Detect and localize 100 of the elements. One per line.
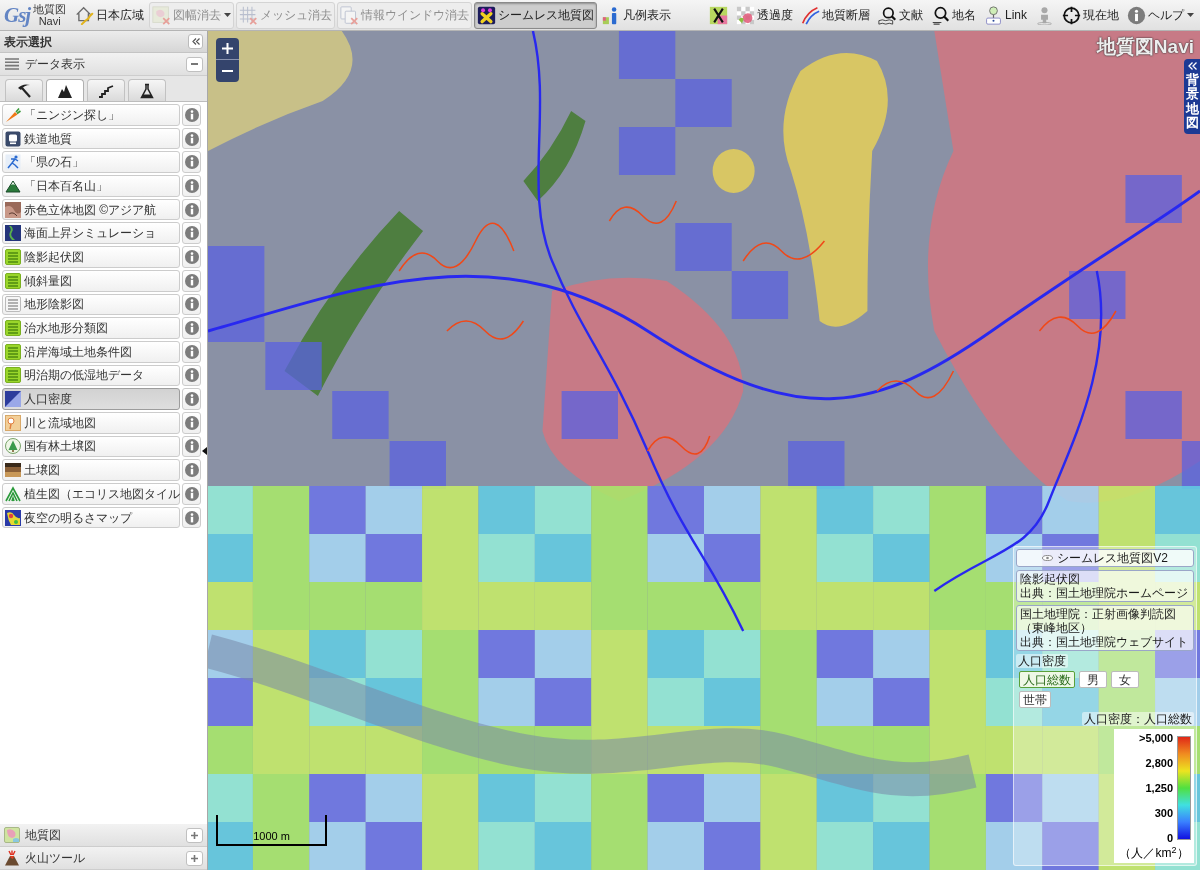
info-button[interactable] — [182, 411, 201, 434]
collapse-button[interactable] — [186, 56, 203, 72]
info-icon — [184, 486, 199, 501]
info-button[interactable] — [182, 364, 201, 387]
info-button[interactable] — [182, 317, 201, 339]
layer-item[interactable]: 夜空の明るさマップ — [2, 506, 180, 529]
source-credit: 出典：国土地理院ウェブサイト — [1020, 635, 1189, 649]
source-title: 陰影起伏図 — [1020, 572, 1081, 586]
toolbar-button[interactable]: 現在地 — [1059, 1, 1122, 29]
minus-icon — [191, 63, 198, 65]
map-thumbnail-icon — [5, 225, 21, 242]
scale-title: 人口密度：人口総数 — [1082, 712, 1194, 726]
toolbar-button[interactable]: シームレス地質図 — [474, 1, 598, 29]
layer-item[interactable]: 傾斜量図 — [2, 269, 180, 292]
info-button[interactable] — [182, 340, 201, 363]
layer-item[interactable]: 地形陰影図 — [2, 293, 180, 316]
layer-item[interactable]: 「ニンジン探し」 — [2, 104, 180, 126]
eye-icon — [1042, 555, 1054, 561]
geology-map-icon — [4, 827, 20, 843]
peaks-icon — [5, 485, 21, 502]
tab[interactable] — [87, 79, 125, 101]
filter-button[interactable]: 女 — [1111, 671, 1139, 688]
windows-delete-icon — [340, 5, 360, 25]
info-button[interactable] — [182, 127, 201, 150]
info-button[interactable] — [182, 388, 201, 410]
x-tile-icon — [709, 5, 728, 25]
info-button[interactable] — [182, 293, 201, 316]
crosshair-icon — [1062, 5, 1081, 25]
layer-item[interactable]: 陰影起伏図 — [2, 246, 180, 268]
train-icon — [5, 130, 21, 147]
toolbar-button[interactable]: 地名 — [928, 1, 979, 29]
plus-icon — [191, 854, 198, 862]
step-line-icon — [98, 82, 114, 99]
toolbar-button[interactable]: 凡例表示 — [599, 1, 675, 29]
volcano-icon — [4, 850, 20, 866]
expand-button[interactable] — [186, 827, 203, 843]
info-icon — [184, 226, 199, 241]
info-icon — [184, 510, 199, 525]
layer-item[interactable]: 「県の石」 — [2, 151, 180, 174]
relief-thumbnail-icon — [5, 201, 21, 218]
layer-item[interactable]: 鉄道地質 — [2, 127, 180, 150]
info-button[interactable] — [182, 104, 201, 126]
filter-button[interactable]: 人口総数 — [1019, 671, 1075, 688]
toolbar-button[interactable]: ヘルプ — [1124, 1, 1197, 29]
info-icon — [184, 463, 199, 478]
info-button[interactable] — [182, 269, 201, 292]
tree-icon — [5, 438, 21, 455]
layer-item[interactable]: 土壌図 — [2, 459, 180, 481]
info-button[interactable] — [182, 246, 201, 268]
scale-tick-label: >5,000 — [1139, 732, 1173, 744]
info-icon — [184, 249, 199, 264]
collapse-sidebar-button[interactable] — [188, 34, 203, 49]
pickaxe-icon — [16, 82, 32, 99]
layer-item[interactable]: 治水地形分類図 — [2, 317, 180, 339]
search-icon — [931, 5, 950, 25]
zoom-out-button[interactable] — [216, 60, 239, 82]
info-button[interactable] — [182, 175, 201, 197]
tab[interactable] — [46, 79, 84, 101]
source-title: 国土地理院：正射画像判読図 — [1020, 607, 1177, 621]
layer-item[interactable]: 「日本百名山」 — [2, 175, 180, 197]
info-button[interactable] — [182, 459, 201, 481]
layer-item[interactable]: 人口密度 — [2, 388, 180, 410]
info-icon — [184, 439, 199, 454]
source-credit: 出典：国土地理院ホームページ — [1020, 586, 1189, 600]
info-button[interactable] — [182, 151, 201, 174]
layer-item[interactable]: 明治期の低湿地データ — [2, 364, 180, 387]
info-button[interactable] — [182, 435, 201, 458]
toolbar-button[interactable]: Link — [981, 1, 1030, 29]
section-title: 人口密度 — [1016, 654, 1068, 668]
panel-title: データ表示 — [25, 57, 85, 71]
filter-button[interactable]: 男 — [1079, 671, 1107, 688]
layer-item[interactable]: 海面上昇シミュレーショ — [2, 222, 180, 245]
zoom-in-button[interactable] — [216, 38, 239, 60]
info-button[interactable] — [182, 198, 201, 221]
layer-item[interactable]: 川と流域地図 — [2, 411, 180, 434]
info-icon — [184, 368, 199, 383]
info-button[interactable] — [182, 506, 201, 529]
background-map-tab[interactable]: 背景地図 — [1184, 59, 1200, 135]
panel-title: 火山ツール — [25, 851, 85, 865]
info-button[interactable] — [182, 222, 201, 245]
toolbar-button[interactable]: 文献 — [875, 1, 926, 29]
info-button[interactable] — [182, 483, 201, 505]
filter-button[interactable]: 世帯 — [1019, 691, 1051, 708]
lines-icon — [5, 367, 21, 384]
triangle-tile-icon — [5, 391, 21, 408]
tab[interactable] — [5, 79, 43, 101]
layer-item[interactable]: 国有林土壌図 — [2, 435, 180, 458]
tab[interactable] — [128, 79, 166, 101]
toolbar-button[interactable]: 地質断層 — [798, 1, 873, 29]
lines-icon — [5, 248, 21, 265]
double-chevron-left-icon — [191, 38, 200, 45]
plus-icon — [222, 43, 233, 54]
layer-item[interactable]: 赤色立体地図 ©アジア航 — [2, 198, 180, 221]
toolbar-button[interactable]: 透過度 — [733, 1, 796, 29]
sidebar-title: 表示選択 — [4, 34, 52, 49]
expand-button[interactable] — [186, 850, 203, 866]
layer-item[interactable]: 沿岸海域土地条件図 — [2, 340, 180, 363]
toolbar-button[interactable]: 日本広域 — [72, 1, 148, 29]
pin-icon — [984, 5, 1003, 25]
layer-item[interactable]: 植生図（エコリス地図タイル — [2, 483, 180, 505]
